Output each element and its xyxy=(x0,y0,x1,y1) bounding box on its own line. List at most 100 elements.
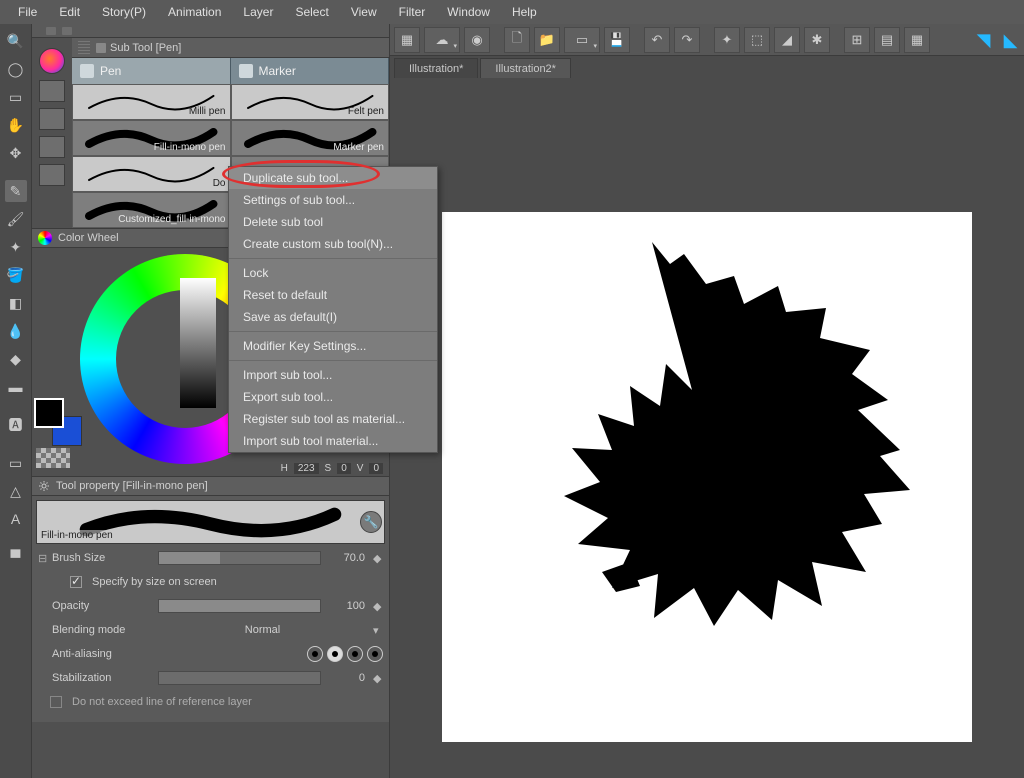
aa-options[interactable] xyxy=(307,646,383,662)
snap-icon[interactable]: ⊞ xyxy=(844,27,870,53)
select-all-icon[interactable]: ⬚ xyxy=(744,27,770,53)
brush-tool-icon[interactable]: 🖌 xyxy=(5,208,27,230)
hand-tool-icon[interactable]: ✋ xyxy=(5,114,27,136)
brush-pen-icon[interactable] xyxy=(39,80,65,102)
menu-select[interactable]: Select xyxy=(285,3,338,21)
erase-icon[interactable]: ◢ xyxy=(774,27,800,53)
cloud-dropdown[interactable]: ☁▾ xyxy=(424,27,460,53)
stepper-icon[interactable]: ◆ xyxy=(373,672,383,685)
chevron-down-icon[interactable]: ▾ xyxy=(373,624,383,637)
subtool-marker-pen[interactable]: Marker pen xyxy=(231,120,390,156)
subtool-group-pen[interactable]: Pen xyxy=(72,58,231,84)
menu-edit[interactable]: Edit xyxy=(49,3,90,21)
rect-tool-icon[interactable]: ▭ xyxy=(5,86,27,108)
stab-value[interactable]: 0 xyxy=(327,672,367,684)
brush-size-slider[interactable] xyxy=(158,551,321,565)
fg-bg-swatch[interactable] xyxy=(34,398,64,428)
file-tab-illustration[interactable]: Illustration* xyxy=(394,58,478,78)
subtool-group-marker[interactable]: Marker xyxy=(231,58,390,84)
color-tool-icon[interactable]: ▀ xyxy=(5,546,27,568)
menu-file[interactable]: File xyxy=(8,3,47,21)
subtool-do[interactable]: Do xyxy=(72,156,231,192)
erase-tool-icon[interactable]: ◧ xyxy=(5,292,27,314)
brush-marker-icon[interactable] xyxy=(39,108,65,130)
stab-slider[interactable] xyxy=(158,671,321,685)
menu-item-create-custom-sub-tool-n----[interactable]: Create custom sub tool(N)... xyxy=(229,233,437,255)
mix-tool-icon[interactable]: 💧 xyxy=(5,320,27,342)
val-value[interactable]: 0 xyxy=(369,463,383,474)
transform-icon[interactable]: ✱ xyxy=(804,27,830,53)
sat-value[interactable]: 0 xyxy=(337,463,351,474)
grid-icon[interactable]: ▦ xyxy=(394,27,420,53)
move-tool-icon[interactable]: ✥ xyxy=(5,142,27,164)
subtool-milli-pen[interactable]: Milli pen xyxy=(72,84,231,120)
wrench-icon[interactable]: 🔧 xyxy=(360,511,382,533)
grad-tool-icon[interactable]: ▬ xyxy=(5,376,27,398)
subtool-tab[interactable]: Sub Tool [Pen] xyxy=(72,38,389,58)
menu-view[interactable]: View xyxy=(341,3,387,21)
menu-item-modifier-key-settings---[interactable]: Modifier Key Settings... xyxy=(229,335,437,357)
brush-size-value[interactable]: 70.0 xyxy=(327,552,367,564)
shape-tool-icon[interactable]: ▭ xyxy=(5,452,27,474)
subtool-felt-pen[interactable]: Felt pen xyxy=(231,84,390,120)
a-tool-icon[interactable]: A xyxy=(5,508,27,530)
canvas-viewport[interactable] xyxy=(390,78,1024,778)
magnify-tool-icon[interactable]: 🔍 xyxy=(5,30,27,52)
menu-window[interactable]: Window xyxy=(437,3,500,21)
menu-filter[interactable]: Filter xyxy=(389,3,436,21)
blend-value[interactable]: Normal xyxy=(158,624,367,636)
specify-checkbox[interactable] xyxy=(70,576,82,588)
menu-item-import-sub-tool-material---[interactable]: Import sub tool material... xyxy=(229,430,437,452)
menu-layer[interactable]: Layer xyxy=(233,3,283,21)
file-tab-illustration2[interactable]: Illustration2* xyxy=(480,58,571,78)
menu-help[interactable]: Help xyxy=(502,3,547,21)
page-dropdown[interactable]: ▭▾ xyxy=(564,27,600,53)
menu-storyp[interactable]: Story(P) xyxy=(92,3,156,21)
open-icon[interactable]: 📁 xyxy=(534,27,560,53)
paint-tool-icon[interactable]: 🪣 xyxy=(5,264,27,286)
opacity-slider[interactable] xyxy=(158,599,321,613)
air-tool-icon[interactable]: ✦ xyxy=(5,236,27,258)
brush-tip-pointer-icon[interactable] xyxy=(39,48,65,74)
new-icon[interactable]: 🗋 xyxy=(504,27,530,53)
stepper-icon[interactable]: ◆ xyxy=(373,552,383,565)
brush-custom2-icon[interactable] xyxy=(39,164,65,186)
circle-tool-icon[interactable]: ◯ xyxy=(5,58,27,80)
dock-grip[interactable] xyxy=(32,24,389,38)
menu-item-delete-sub-tool[interactable]: Delete sub tool xyxy=(229,211,437,233)
accent-left-icon[interactable]: ◥ xyxy=(970,24,997,56)
accent-right-icon[interactable]: ◣ xyxy=(997,24,1024,56)
undo-icon[interactable]: ↶ xyxy=(644,27,670,53)
pen-tool-icon[interactable]: ✎ xyxy=(5,180,27,202)
menu-item-export-sub-tool---[interactable]: Export sub tool... xyxy=(229,386,437,408)
exceed-checkbox[interactable] xyxy=(50,696,62,708)
brush-custom-icon[interactable] xyxy=(39,136,65,158)
expand-icon[interactable]: ⊟ xyxy=(38,552,46,565)
menu-item-settings-of-sub-tool---[interactable]: Settings of sub tool... xyxy=(229,189,437,211)
menu-animation[interactable]: Animation xyxy=(158,3,231,21)
text-tool-icon[interactable]: 🅰 xyxy=(5,414,27,436)
redo-icon[interactable]: ↷ xyxy=(674,27,700,53)
clear-icon[interactable]: ✦ xyxy=(714,27,740,53)
menu-item-import-sub-tool---[interactable]: Import sub tool... xyxy=(229,364,437,386)
foreground-swatch[interactable] xyxy=(34,398,64,428)
menu-item-reset-to-default[interactable]: Reset to default xyxy=(229,284,437,306)
hue-value[interactable]: 223 xyxy=(294,463,319,474)
subtool-fill-in-mono-pen[interactable]: Fill-in-mono pen xyxy=(72,120,231,156)
transparent-swatch[interactable] xyxy=(36,448,70,468)
menu-item-register-sub-tool-as-material---[interactable]: Register sub tool as material... xyxy=(229,408,437,430)
fill-tool-icon[interactable]: ◆ xyxy=(5,348,27,370)
menu-item-duplicate-sub-tool---[interactable]: Duplicate sub tool... xyxy=(229,167,437,189)
spiral-icon[interactable]: ◉ xyxy=(464,27,490,53)
save-icon[interactable]: 💾 xyxy=(604,27,630,53)
sv-box[interactable] xyxy=(180,278,216,408)
opacity-value[interactable]: 100 xyxy=(327,600,367,612)
ruler-icon[interactable]: ▤ xyxy=(874,27,900,53)
subtool-customized-fill-in-mono[interactable]: Customized_fill-in-mono xyxy=(72,192,231,228)
menu-item-lock[interactable]: Lock xyxy=(229,262,437,284)
tool-property-tab[interactable]: Tool property [Fill-in-mono pen] xyxy=(32,476,389,496)
stepper-icon[interactable]: ◆ xyxy=(373,600,383,613)
tri-tool-icon[interactable]: △ xyxy=(5,480,27,502)
menu-item-save-as-default-i-[interactable]: Save as default(I) xyxy=(229,306,437,328)
marquee-icon[interactable]: ▦ xyxy=(904,27,930,53)
